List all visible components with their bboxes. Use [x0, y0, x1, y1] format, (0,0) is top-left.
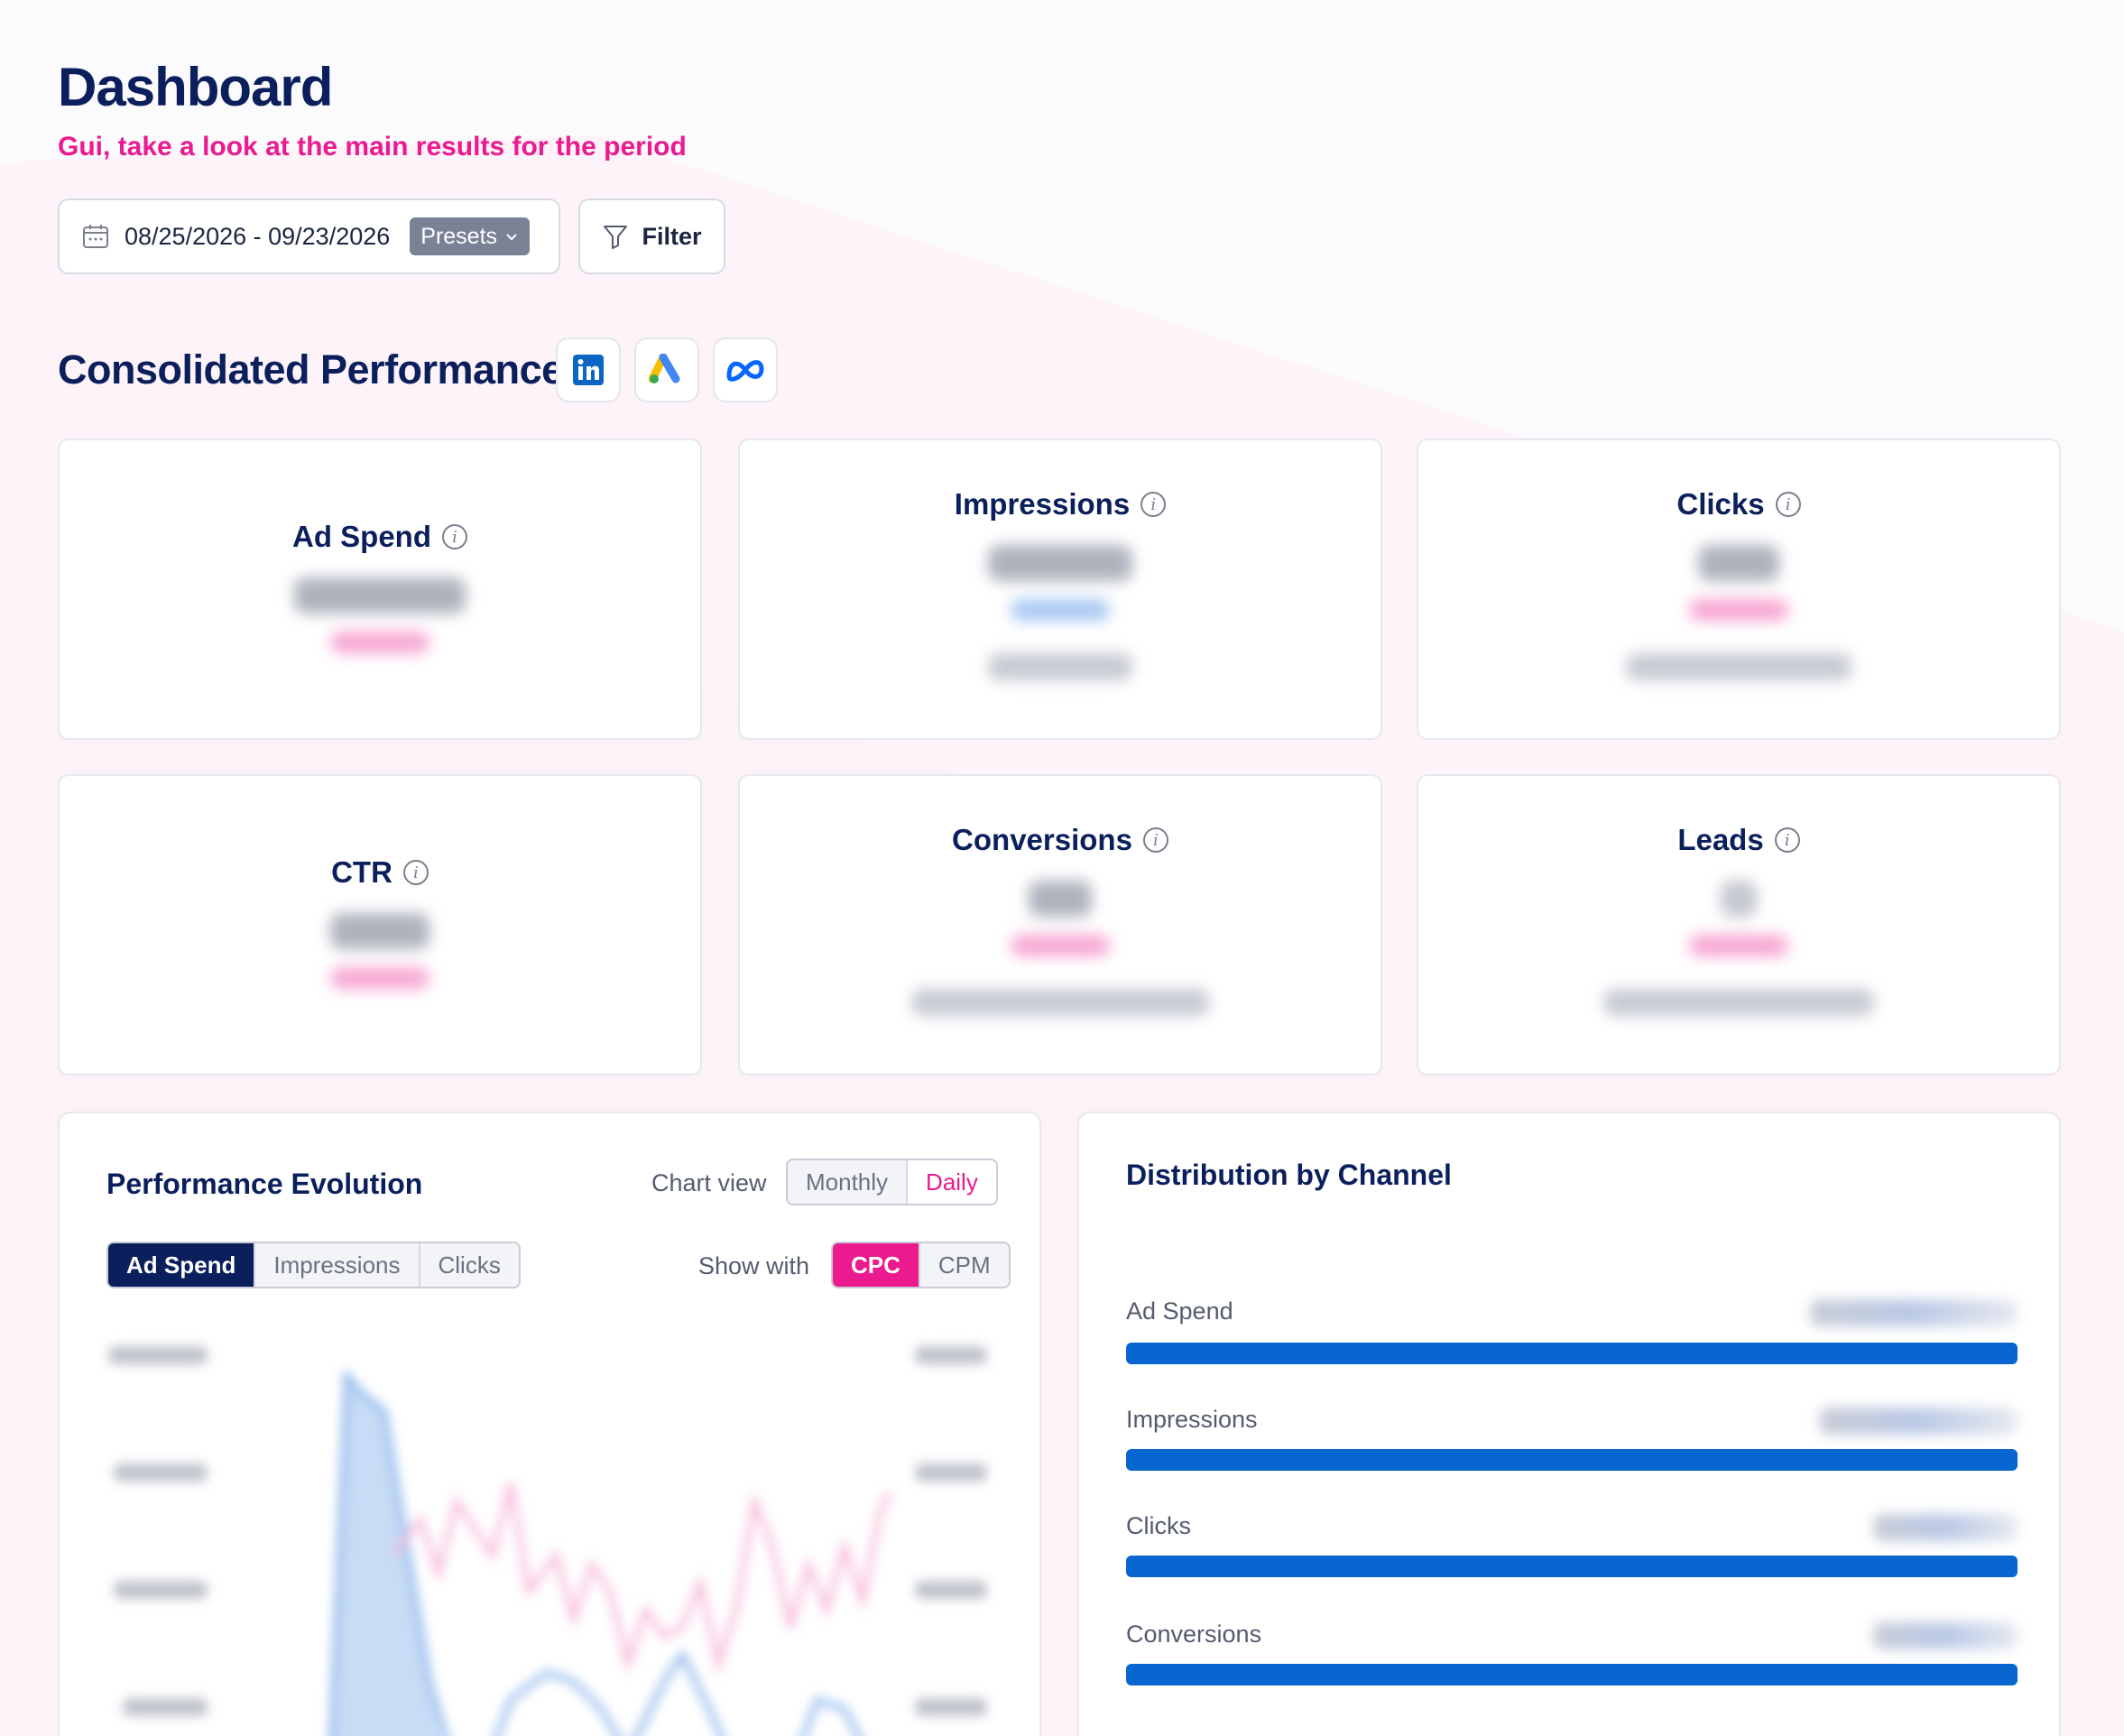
distribution-bar [1126, 1449, 2018, 1471]
kpi-card-ctr: CTR i [58, 774, 702, 1076]
metric-clicks[interactable]: Clicks [418, 1243, 519, 1287]
kpi-label: Impressions i [740, 487, 1381, 522]
distribution-value-hidden [1873, 1622, 2018, 1649]
calendar-icon [83, 225, 108, 248]
kpi-label: Conversions i [740, 823, 1381, 857]
y-axis-right-hidden [915, 1346, 987, 1716]
show-with-label: Show with [698, 1252, 810, 1279]
kpi-title: Clicks [1676, 487, 1765, 521]
kpi-value-hidden [1029, 881, 1092, 917]
kpi-card-clicks: Clicks i [1417, 439, 2061, 740]
cpc-series-line [391, 1482, 892, 1675]
kpi-secondary-hidden [1603, 989, 1874, 1016]
page-title: Dashboard [58, 57, 333, 117]
performance-title: Performance Evolution [106, 1168, 423, 1200]
filter-label: Filter [642, 222, 702, 250]
info-icon[interactable]: i [1140, 492, 1167, 517]
presets-label: Presets [420, 223, 498, 249]
y-axis-left-hidden [108, 1346, 208, 1716]
kpi-title: Conversions [952, 823, 1132, 856]
distribution-row-label: Clicks [1126, 1512, 1191, 1539]
kpi-change-hidden [1689, 599, 1788, 621]
distribution-row-label: Ad Spend [1126, 1297, 1233, 1325]
chart-view-toggle: Monthly Daily [786, 1159, 998, 1205]
kpi-card-leads: Leads i [1417, 774, 2061, 1076]
linkedin-icon [573, 355, 604, 385]
kpi-change-hidden [1011, 935, 1110, 956]
kpi-change-hidden [330, 632, 429, 653]
kpi-value-hidden [988, 545, 1132, 581]
distribution-value-hidden [1819, 1408, 2018, 1435]
distribution-bar [1126, 1664, 2018, 1685]
kpi-card-conversions: Conversions i [738, 774, 1382, 1076]
info-icon[interactable]: i [402, 860, 429, 885]
kpi-card-ad-spend: Ad Spend i [58, 439, 702, 740]
distribution-bar [1126, 1556, 2018, 1577]
kpi-secondary-hidden [911, 989, 1209, 1016]
kpi-change-hidden [330, 967, 429, 989]
info-icon[interactable]: i [1142, 827, 1168, 853]
chart-view-label: Chart view [651, 1169, 767, 1196]
kpi-title: Impressions [954, 487, 1131, 521]
date-range-picker[interactable]: 08/25/2026 - 09/23/2026 Presets [58, 199, 560, 274]
distribution-panel: Distribution by Channel Ad Spend Impress… [1077, 1112, 2061, 1736]
page-subtitle: Gui, take a look at the main results for… [58, 132, 687, 162]
kpi-secondary-hidden [988, 653, 1132, 680]
kpi-label: Leads i [1418, 823, 2059, 857]
performance-evolution-panel: Performance Evolution Chart view Monthly… [58, 1112, 1041, 1736]
kpi-title: Leads [1677, 823, 1764, 856]
chart-view-daily[interactable]: Daily [906, 1160, 996, 1204]
kpi-change-hidden [1689, 935, 1788, 956]
show-with-toggle: CPC CPM [831, 1242, 1011, 1288]
kpi-change-hidden [1011, 599, 1110, 621]
metric-impressions[interactable]: Impressions [254, 1243, 418, 1287]
info-icon[interactable]: i [1774, 827, 1800, 853]
linkedin-filter-button[interactable] [556, 337, 621, 402]
distribution-value-hidden [1810, 1299, 2018, 1326]
distribution-row-label: Impressions [1126, 1406, 1258, 1433]
meta-filter-button[interactable] [713, 337, 778, 402]
kpi-title: CTR [331, 855, 392, 889]
show-with-cpc[interactable]: CPC [833, 1243, 919, 1287]
chart-view-monthly[interactable]: Monthly [788, 1160, 906, 1204]
info-icon[interactable]: i [442, 524, 467, 549]
google-ads-filter-button[interactable] [634, 337, 699, 402]
kpi-value-hidden [330, 913, 429, 949]
kpi-value-hidden [1721, 881, 1757, 917]
distribution-value-hidden [1873, 1514, 2018, 1541]
dashboard-page: Dashboard Gui, take a look at the main r… [0, 0, 2124, 1736]
kpi-label: Clicks i [1418, 487, 2059, 522]
kpi-card-impressions: Impressions i [738, 439, 1382, 740]
metric-toggle: Ad Spend Impressions Clicks [106, 1242, 521, 1288]
section-title: Consolidated Performance [58, 346, 564, 392]
performance-chart [108, 1346, 987, 1736]
presets-dropdown[interactable]: Presets [410, 217, 531, 255]
kpi-title: Ad Spend [292, 520, 431, 553]
distribution-row-label: Conversions [1126, 1621, 1262, 1648]
filter-button[interactable]: Filter [578, 199, 725, 274]
chevron-down-icon [506, 234, 517, 241]
date-range-text: 08/25/2026 - 09/23/2026 [125, 222, 391, 250]
show-with-cpm[interactable]: CPM [918, 1243, 1009, 1287]
filter-icon [604, 226, 628, 249]
kpi-value-hidden [294, 577, 466, 614]
info-icon[interactable]: i [1775, 492, 1801, 517]
metric-ad-spend[interactable]: Ad Spend [108, 1243, 254, 1287]
distribution-bar [1126, 1343, 2018, 1364]
kpi-value-hidden [1698, 545, 1779, 581]
kpi-secondary-hidden [1626, 653, 1852, 680]
distribution-title: Distribution by Channel [1126, 1159, 1452, 1191]
google-ads-icon [649, 354, 680, 383]
kpi-label: Ad Spend i [60, 520, 700, 554]
kpi-label: CTR i [60, 855, 700, 890]
meta-icon [726, 360, 764, 382]
